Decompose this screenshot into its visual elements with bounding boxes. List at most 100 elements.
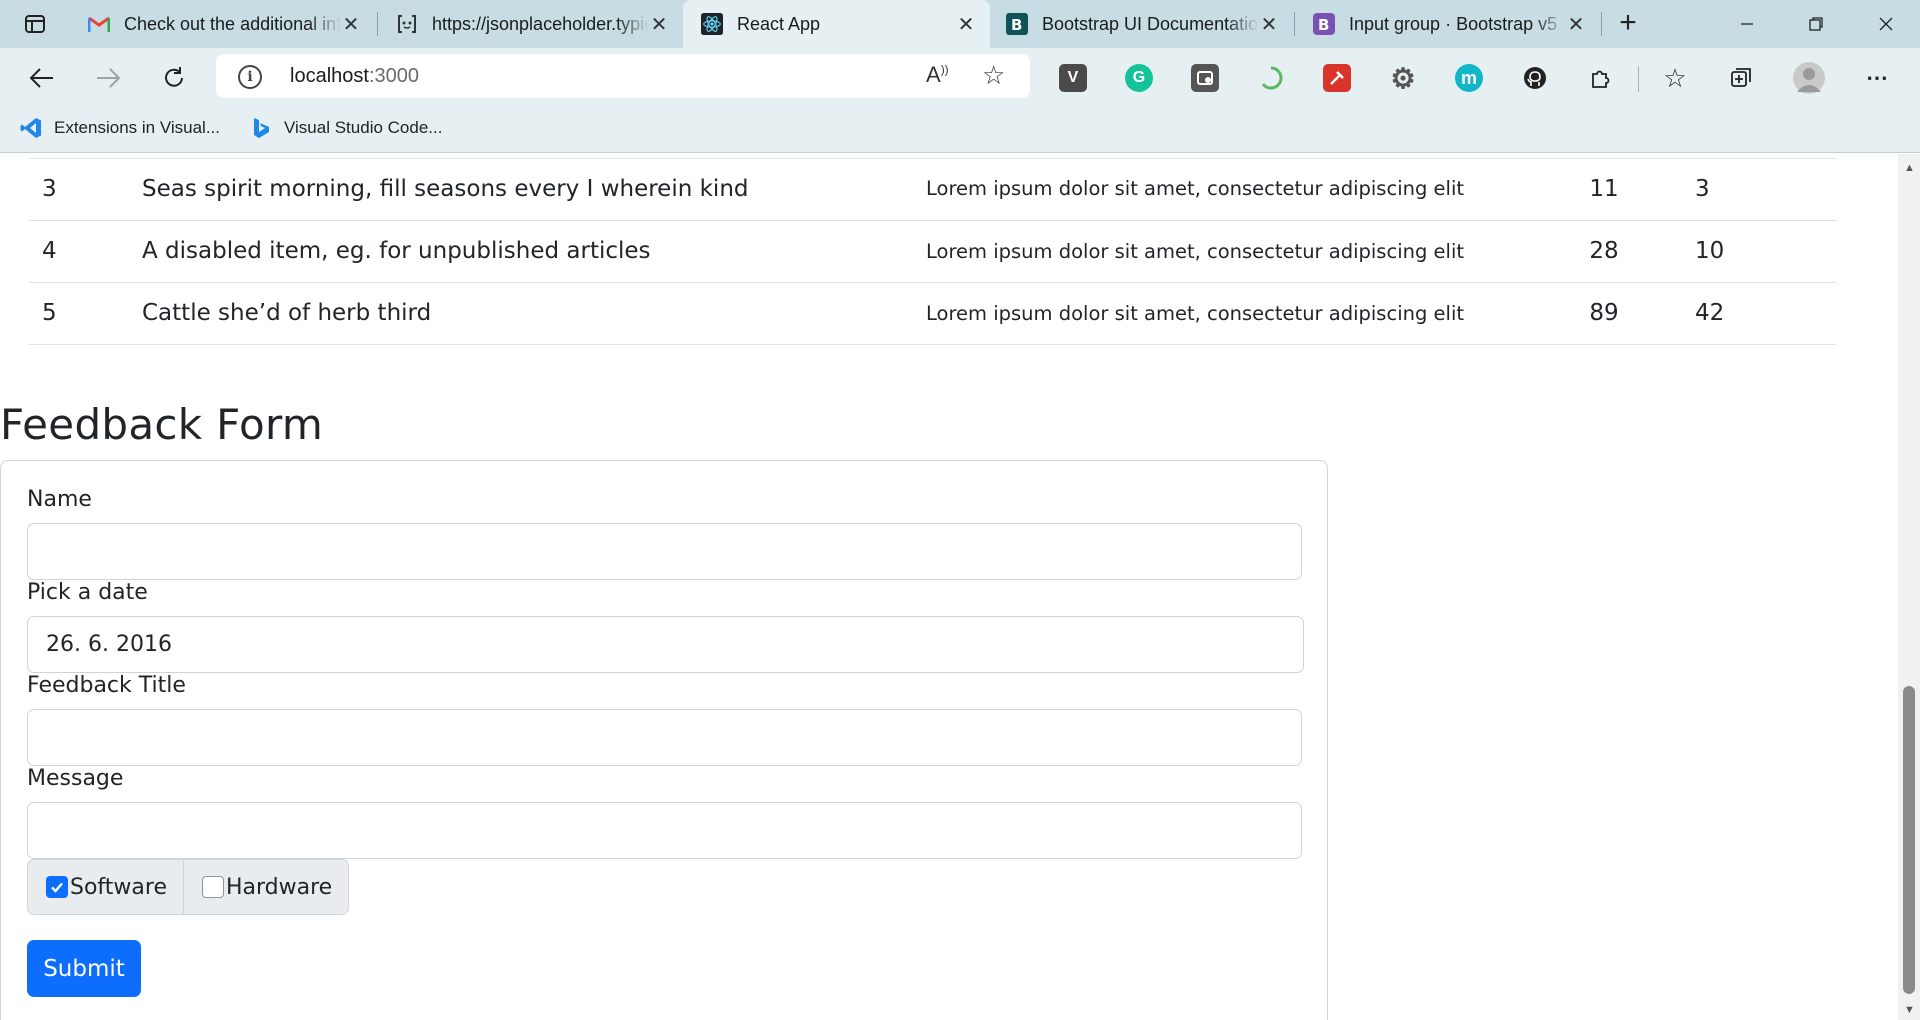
colorzilla-icon[interactable] bbox=[1323, 64, 1351, 92]
tab-title: https://jsonplaceholder.typicode.com bbox=[432, 13, 649, 34]
address-bar[interactable]: i localhost:3000 A)) ☆ bbox=[216, 54, 1030, 98]
close-tab-icon[interactable]: ✕ bbox=[341, 14, 361, 36]
back-arrow-icon[interactable] bbox=[22, 58, 62, 98]
grammarly-icon[interactable]: G bbox=[1125, 64, 1153, 92]
cell-count-b: 10 bbox=[1655, 220, 1836, 283]
settings-extension-icon[interactable]: ⚙ bbox=[1389, 63, 1417, 94]
hardware-label: Hardware bbox=[225, 874, 333, 900]
feedback-title-label: Feedback Title bbox=[27, 673, 186, 698]
profile-avatar[interactable] bbox=[1793, 62, 1825, 94]
toolbar-separator bbox=[1638, 66, 1639, 92]
tab-bootstrap-input-group[interactable]: B Input group · Bootstrap v5 ✕ bbox=[1295, 0, 1600, 48]
message-input[interactable] bbox=[27, 802, 1302, 859]
tab-title: React App bbox=[737, 13, 821, 34]
cell-body: Lorem ipsum dolor sit amet, consectetur … bbox=[913, 220, 1553, 283]
scroll-down-arrow-icon[interactable]: ▼ bbox=[1904, 1004, 1915, 1016]
submit-button[interactable]: Submit bbox=[27, 940, 141, 997]
checkmark-icon bbox=[51, 882, 63, 893]
date-input[interactable]: 26. 6. 2016 bbox=[27, 616, 1304, 673]
tab-actions-menu-icon[interactable] bbox=[14, 8, 56, 40]
name-label: Name bbox=[27, 487, 92, 512]
vertical-scrollbar[interactable]: ▲ ▼ bbox=[1898, 154, 1920, 1020]
hardware-option[interactable]: Hardware bbox=[182, 860, 348, 914]
screen-capture-extension-icon[interactable] bbox=[1191, 64, 1219, 92]
tab-gmail[interactable]: Check out the additional info ✕ bbox=[70, 0, 375, 48]
software-checkbox[interactable] bbox=[46, 876, 68, 898]
feedback-form-title: Feedback Form bbox=[0, 400, 324, 449]
tab-title: Check out the additional info bbox=[124, 13, 341, 34]
cell-id: 5 bbox=[29, 282, 129, 345]
software-option[interactable]: Software bbox=[28, 860, 183, 914]
cell-title: A disabled item, eg. for unpublished art… bbox=[129, 220, 913, 283]
feedback-form: Name Pick a date 26. 6. 2016 Feedback Ti… bbox=[0, 460, 1328, 1020]
tab-separator bbox=[1601, 12, 1602, 36]
close-tab-icon[interactable]: ✕ bbox=[956, 14, 976, 36]
more-options-icon[interactable]: ⋯ bbox=[1863, 64, 1891, 92]
favorites-icon[interactable]: ☆ bbox=[1661, 63, 1689, 93]
read-aloud-icon[interactable]: A)) bbox=[926, 62, 949, 88]
url-text[interactable]: localhost:3000 bbox=[290, 65, 419, 88]
new-tab-plus-icon[interactable]: + bbox=[1612, 8, 1644, 40]
tab-strip: Check out the additional info ✕ https://… bbox=[0, 0, 1920, 48]
message-label: Message bbox=[27, 766, 124, 791]
forward-arrow-icon[interactable] bbox=[88, 58, 128, 98]
bing-icon bbox=[250, 117, 272, 139]
bookmarks-bar: Extensions in Visual... Visual Studio Co… bbox=[0, 105, 1920, 153]
restore-icon[interactable] bbox=[1793, 6, 1839, 42]
tab-jsonplaceholder[interactable]: https://jsonplaceholder.typicode.com ✕ bbox=[378, 0, 683, 48]
tab-bootstrap-docs[interactable]: B Bootstrap UI Documentation ✕ bbox=[988, 0, 1293, 48]
add-favorite-star-icon[interactable]: ☆ bbox=[982, 60, 1005, 91]
bookmark-visual-studio-code[interactable]: Visual Studio Code... bbox=[250, 117, 442, 139]
gmail-icon bbox=[88, 13, 110, 35]
site-info-icon[interactable]: i bbox=[238, 65, 262, 89]
cell-count-b: 3 bbox=[1655, 158, 1836, 221]
cell-count-a: 28 bbox=[1553, 220, 1655, 283]
cell-count-b: 42 bbox=[1655, 282, 1836, 345]
svg-text:B: B bbox=[1011, 16, 1022, 34]
category-checkbox-group: Software Hardware bbox=[27, 859, 350, 915]
tab-title: Input group · Bootstrap v5 bbox=[1349, 13, 1558, 34]
bootstrap-purple-icon: B bbox=[1313, 13, 1335, 35]
name-input[interactable] bbox=[27, 523, 1302, 580]
loading-extension-icon[interactable] bbox=[1257, 64, 1285, 92]
bookmark-label: Extensions in Visual... bbox=[54, 118, 220, 137]
refresh-icon[interactable] bbox=[154, 58, 194, 98]
table-row: 4 A disabled item, eg. for unpublished a… bbox=[29, 220, 1836, 283]
cell-body: Lorem ipsum dolor sit amet, consectetur … bbox=[913, 282, 1553, 345]
github-icon[interactable] bbox=[1521, 64, 1549, 92]
page-viewport: 3 Seas spirit morning, fill seasons ever… bbox=[0, 154, 1898, 1020]
hardware-checkbox[interactable] bbox=[201, 876, 224, 898]
url-host: localhost bbox=[290, 65, 369, 87]
jsonplaceholder-icon bbox=[396, 13, 418, 35]
svg-text:B: B bbox=[1318, 16, 1329, 34]
scroll-up-arrow-icon[interactable]: ▲ bbox=[1904, 162, 1915, 174]
software-label: Software bbox=[70, 874, 167, 900]
navigation-toolbar: i localhost:3000 A)) ☆ V G ⚙ m ☆ ⋯ bbox=[0, 48, 1920, 105]
close-tab-icon[interactable]: ✕ bbox=[1566, 14, 1586, 36]
table-row: 5 Cattle she’d of herb third Lorem ipsum… bbox=[29, 282, 1836, 345]
cell-count-a: 11 bbox=[1553, 158, 1655, 221]
date-label: Pick a date bbox=[27, 580, 148, 605]
bootstrap-icon: B bbox=[1006, 13, 1028, 35]
tab-react-app[interactable]: React App ✕ bbox=[683, 0, 990, 48]
bookmark-label: Visual Studio Code... bbox=[284, 118, 443, 137]
close-window-icon[interactable] bbox=[1863, 6, 1909, 42]
v-extension-icon[interactable]: V bbox=[1059, 64, 1087, 92]
cell-body: Lorem ipsum dolor sit amet, consectetur … bbox=[913, 158, 1553, 221]
m-extension-icon[interactable]: m bbox=[1455, 64, 1483, 92]
scrollbar-thumb[interactable] bbox=[1903, 686, 1915, 994]
extensions-puzzle-icon[interactable] bbox=[1587, 64, 1615, 92]
close-tab-icon[interactable]: ✕ bbox=[1259, 14, 1279, 36]
vscode-icon bbox=[20, 117, 42, 139]
tab-title: Bootstrap UI Documentation bbox=[1042, 13, 1259, 34]
cell-title: Seas spirit morning, fill seasons every … bbox=[129, 158, 913, 221]
close-tab-icon[interactable]: ✕ bbox=[649, 14, 669, 36]
cell-id: 4 bbox=[29, 220, 129, 283]
react-icon bbox=[701, 13, 723, 35]
minimize-icon[interactable] bbox=[1724, 6, 1770, 42]
feedback-title-input[interactable] bbox=[27, 709, 1302, 766]
bookmark-extensions-vscode[interactable]: Extensions in Visual... bbox=[20, 117, 220, 139]
collections-icon[interactable] bbox=[1727, 64, 1755, 92]
cell-id: 3 bbox=[29, 158, 129, 221]
cell-count-a: 89 bbox=[1553, 282, 1655, 345]
